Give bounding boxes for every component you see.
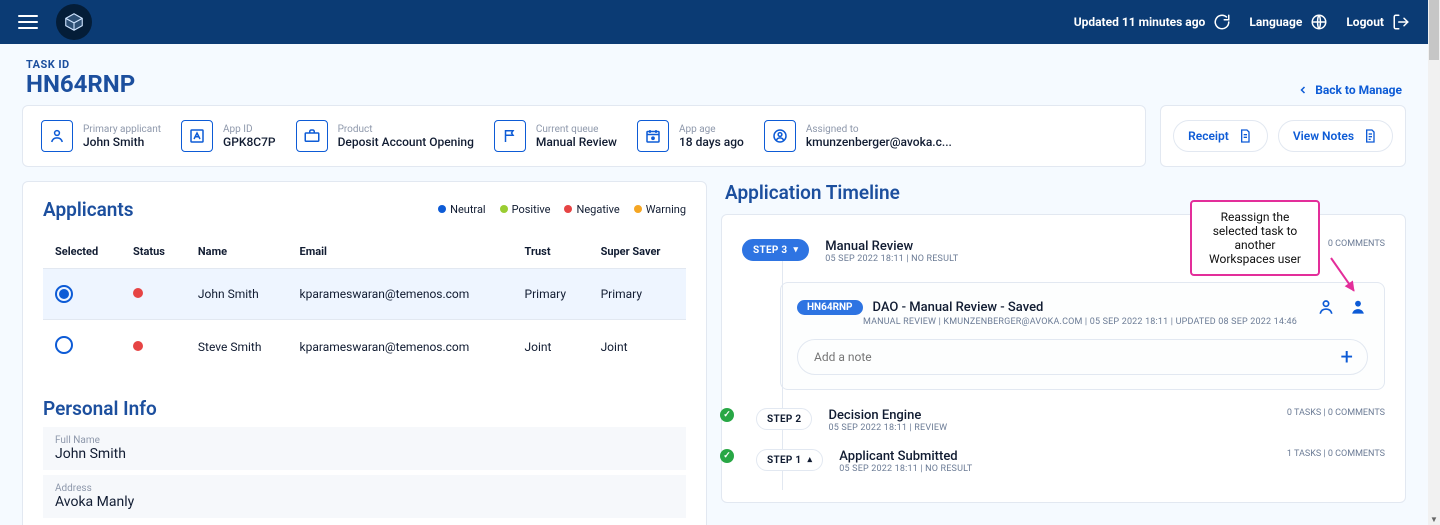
unassign-icon[interactable] xyxy=(1316,297,1336,317)
cell-email: kparameswaran@temenos.com xyxy=(288,320,513,374)
step-right-meta: 0 COMMENTS xyxy=(1328,239,1385,249)
assignee-icon xyxy=(764,120,796,152)
receipt-button[interactable]: Receipt xyxy=(1173,120,1268,152)
check-icon: ✓ xyxy=(720,408,734,422)
notes-icon xyxy=(1362,128,1378,144)
subtask-badge: HN64RNP xyxy=(797,300,863,315)
step-title: Applicant Submitted xyxy=(839,449,1271,464)
summary-app-age: App age18 days ago xyxy=(637,120,744,152)
applicants-title: Applicants xyxy=(43,198,134,221)
cell-email: kparameswaran@temenos.com xyxy=(288,269,513,320)
task-id-value: HN64RNP xyxy=(26,71,135,97)
check-icon: ✓ xyxy=(720,449,734,463)
step-right-meta: 1 TASKS | 0 COMMENTS xyxy=(1287,449,1385,459)
step-right-meta: 0 TASKS | 0 COMMENTS xyxy=(1287,408,1385,418)
table-row[interactable]: Steve Smith kparameswaran@temenos.com Jo… xyxy=(43,320,686,374)
chevron-down-icon: ▾ xyxy=(793,245,798,255)
app-header: Updated 11 minutes ago Language Logout xyxy=(0,0,1428,44)
step-title: Decision Engine xyxy=(828,408,1270,423)
logout-button[interactable]: Logout xyxy=(1346,13,1410,31)
cell-super-saver: Primary xyxy=(589,269,686,320)
cell-trust: Primary xyxy=(513,269,589,320)
personal-info-title: Personal Info xyxy=(43,397,686,420)
add-note-input-wrap: + xyxy=(797,339,1368,375)
summary-card: Primary applicantJohn Smith App IDGPK8C7… xyxy=(22,105,1146,167)
row-radio[interactable] xyxy=(55,285,73,303)
status-dot xyxy=(133,288,143,298)
receipt-button-label: Receipt xyxy=(1188,129,1229,143)
step-badge[interactable]: STEP 1▴ xyxy=(756,449,823,471)
id-icon xyxy=(181,120,213,152)
person-icon xyxy=(41,120,73,152)
chevron-left-icon xyxy=(1297,84,1309,96)
personal-address: Address Avoka Manly xyxy=(43,474,686,518)
step-badge[interactable]: STEP 2 xyxy=(756,408,812,430)
view-notes-button[interactable]: View Notes xyxy=(1278,120,1393,152)
flag-icon xyxy=(494,120,526,152)
updated-status[interactable]: Updated 11 minutes ago xyxy=(1074,13,1232,31)
step-badge[interactable]: STEP 3▾ xyxy=(742,239,809,261)
applicants-panel: Applicants Neutral Positive Negative War… xyxy=(22,181,707,525)
subtask-card: HN64RNP DAO - Manual Review - Saved xyxy=(780,282,1385,390)
back-link-label: Back to Manage xyxy=(1315,83,1402,97)
back-to-manage-link[interactable]: Back to Manage xyxy=(1297,83,1402,97)
table-row[interactable]: John Smith kparameswaran@temenos.com Pri… xyxy=(43,269,686,320)
globe-icon xyxy=(1310,13,1328,31)
applicants-table: Selected Status Name Email Trust Super S… xyxy=(43,235,686,373)
refresh-icon xyxy=(1213,13,1231,31)
summary-product: ProductDeposit Account Opening xyxy=(296,120,474,152)
subtask-title: DAO - Manual Review - Saved xyxy=(873,300,1044,315)
personal-full-name: Full Name John Smith xyxy=(43,426,686,470)
status-dot xyxy=(133,341,143,351)
col-super-saver: Super Saver xyxy=(589,235,686,269)
col-email: Email xyxy=(288,235,513,269)
step-meta: 05 SEP 2022 18:11 | NO RESULT xyxy=(839,464,1271,474)
summary-primary-applicant: Primary applicantJohn Smith xyxy=(41,120,161,152)
summary-actions: Receipt View Notes xyxy=(1160,105,1406,167)
logout-label: Logout xyxy=(1346,15,1384,29)
language-button[interactable]: Language xyxy=(1249,13,1328,31)
briefcase-icon xyxy=(296,120,328,152)
cell-name: Steve Smith xyxy=(186,320,288,374)
calendar-icon xyxy=(637,120,669,152)
step-meta: 05 SEP 2022 18:11 | REVIEW xyxy=(828,423,1270,433)
document-icon xyxy=(1237,128,1253,144)
summary-assigned-to: Assigned tokmunzenberger@avoka.c... xyxy=(764,120,952,152)
callout-tooltip: Reassign the selected task to another Wo… xyxy=(1190,200,1320,276)
row-radio[interactable] xyxy=(55,336,73,354)
cell-trust: Joint xyxy=(513,320,589,374)
col-status: Status xyxy=(121,235,186,269)
subtask-meta: MANUAL REVIEW | KMUNZENBERGER@AVOKA.COM … xyxy=(863,317,1428,327)
updated-status-label: Updated 11 minutes ago xyxy=(1074,15,1206,29)
view-notes-button-label: View Notes xyxy=(1293,129,1354,143)
col-trust: Trust xyxy=(513,235,589,269)
cell-super-saver: Joint xyxy=(589,320,686,374)
cell-name: John Smith xyxy=(186,269,288,320)
menu-icon[interactable] xyxy=(18,15,38,29)
col-name: Name xyxy=(186,235,288,269)
summary-current-queue: Current queueManual Review xyxy=(494,120,617,152)
chevron-up-icon: ▴ xyxy=(807,455,812,465)
add-note-plus-icon[interactable]: + xyxy=(1335,345,1359,370)
browser-scrollbar[interactable]: ▲ ▼ xyxy=(1428,0,1440,525)
brand-logo[interactable] xyxy=(56,4,92,40)
language-label: Language xyxy=(1249,15,1302,29)
summary-app-id: App IDGPK8C7P xyxy=(181,120,276,152)
col-selected: Selected xyxy=(43,235,121,269)
status-legend: Neutral Positive Negative Warning xyxy=(438,203,686,216)
reassign-icon[interactable] xyxy=(1348,297,1368,317)
add-note-input[interactable] xyxy=(812,349,1335,365)
logout-icon xyxy=(1392,13,1410,31)
